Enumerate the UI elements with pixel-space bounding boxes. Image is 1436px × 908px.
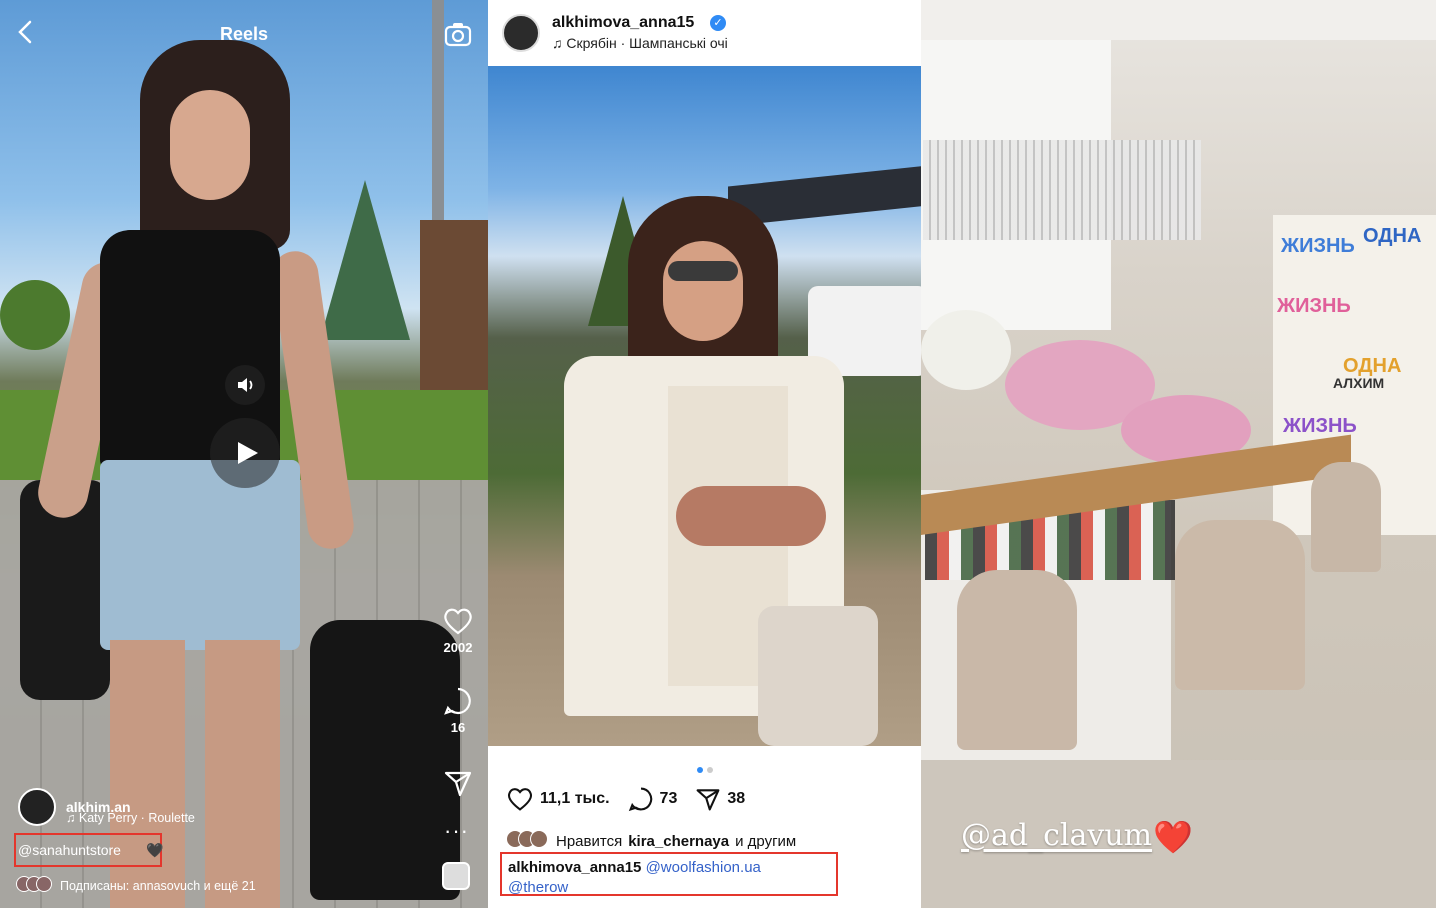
- verified-badge-icon: ✓: [710, 15, 726, 31]
- liked-by-prefix: Нравится: [556, 832, 623, 850]
- camera-icon[interactable]: [444, 20, 472, 48]
- like-button[interactable]: 11,1 тыс.: [506, 786, 610, 812]
- person-face: [663, 241, 743, 341]
- feed-post-panel: alkhimova_anna15 ✓ ♫ Скрябін · Шампанськ…: [488, 0, 921, 908]
- send-icon: [444, 771, 472, 797]
- music-note-icon: ♫: [552, 35, 567, 51]
- follower-avatars: [16, 876, 52, 895]
- avatar[interactable]: [502, 14, 540, 52]
- caption-username[interactable]: alkhimova_anna15: [508, 859, 641, 876]
- liker-avatars: [506, 830, 548, 852]
- black-heart-icon: 🖤: [146, 842, 164, 858]
- caption-tag[interactable]: @woolfashion.ua: [646, 859, 761, 876]
- post-username[interactable]: alkhimova_anna15: [552, 14, 694, 32]
- music-note-icon: ♫: [66, 811, 79, 825]
- dining-chair: [1311, 462, 1381, 572]
- share-button[interactable]: 38: [695, 786, 745, 812]
- shares-count: 38: [727, 790, 746, 807]
- reels-panel: Reels 2002 16 ··· alkhim.an ♫ Katy Perry…: [0, 0, 488, 908]
- comment-action[interactable]: 16: [436, 686, 480, 735]
- person-arm: [676, 486, 826, 546]
- post-caption: alkhimova_anna15 @woolfashion.ua @therow: [508, 858, 838, 898]
- ceiling: [921, 0, 1436, 40]
- caption-tag[interactable]: @therow: [508, 879, 568, 896]
- post-header: alkhimova_anna15 ✓ ♫ Скрябін · Шампанськ…: [488, 0, 921, 66]
- heart-icon: [507, 788, 533, 811]
- mute-button[interactable]: [225, 365, 265, 405]
- post-actions: 11,1 тыс. 73 38: [506, 786, 763, 812]
- story-panel: ЖИЗНЬ ОДНА ЖИЗНЬ ОДНА ЖИЗНЬ АЛХИМ @ad_cl…: [921, 0, 1436, 908]
- person-face: [170, 90, 250, 200]
- comments-count: 73: [659, 790, 678, 807]
- likes-count: 11,1 тыс.: [540, 790, 610, 807]
- like-action[interactable]: 2002: [436, 606, 480, 655]
- play-button[interactable]: [210, 418, 280, 488]
- post-photo[interactable]: [488, 66, 921, 746]
- wall-art-word: ЖИЗНЬ: [1281, 235, 1355, 257]
- liked-by-user[interactable]: kira_chernaya: [628, 833, 729, 850]
- comment-icon: [444, 687, 471, 715]
- bush: [0, 280, 70, 350]
- story-mention-sticker[interactable]: @ad_clavum: [961, 818, 1152, 853]
- reel-audio[interactable]: ♫ Katy Perry · Roulette: [66, 811, 195, 825]
- crystal-chandelier: [923, 140, 1201, 240]
- jacket: [310, 620, 460, 900]
- share-action[interactable]: [436, 768, 480, 802]
- mention-link[interactable]: @sanahuntstore: [18, 842, 121, 858]
- post-audio[interactable]: ♫ Скрябін · Шампанські очі: [552, 35, 728, 51]
- likes-count: 2002: [443, 640, 473, 655]
- carousel-dot-active: [696, 767, 703, 773]
- white-flowers: [921, 310, 1011, 390]
- followers-text: Подписаны: annasovuch и ещё 21: [60, 878, 256, 893]
- page-title: Reels: [219, 24, 269, 44]
- comments-count: 16: [450, 720, 466, 735]
- carousel-dot: [706, 767, 713, 773]
- dining-chair: [1175, 520, 1305, 690]
- audio-thumbnail[interactable]: [442, 862, 470, 890]
- liked-by[interactable]: Нравится kira_chernaya и другим: [506, 830, 796, 852]
- send-icon: [696, 789, 720, 811]
- dining-chair: [957, 570, 1077, 750]
- wall-art-word: АЛХИМ: [1333, 375, 1385, 391]
- comment-button[interactable]: 73: [628, 786, 678, 812]
- liked-by-suffix: и другим: [735, 832, 797, 850]
- comment-icon: [628, 787, 652, 812]
- sunglasses: [668, 261, 738, 281]
- red-heart-icon: ❤️: [1153, 819, 1193, 855]
- handbag: [758, 606, 878, 746]
- carousel-indicator: [488, 760, 921, 778]
- heart-icon: [444, 608, 472, 635]
- wall-art-word: ОДНА: [1363, 225, 1422, 247]
- person-legs: [110, 640, 280, 908]
- more-options-icon[interactable]: ···: [444, 818, 469, 844]
- followed-by[interactable]: Подписаны: annasovuch и ещё 21: [16, 876, 256, 895]
- spruce-tree: [320, 180, 410, 340]
- wall-art-word: ЖИЗНЬ: [1277, 295, 1351, 317]
- person-shorts: [100, 460, 300, 650]
- avatar[interactable]: [18, 788, 56, 826]
